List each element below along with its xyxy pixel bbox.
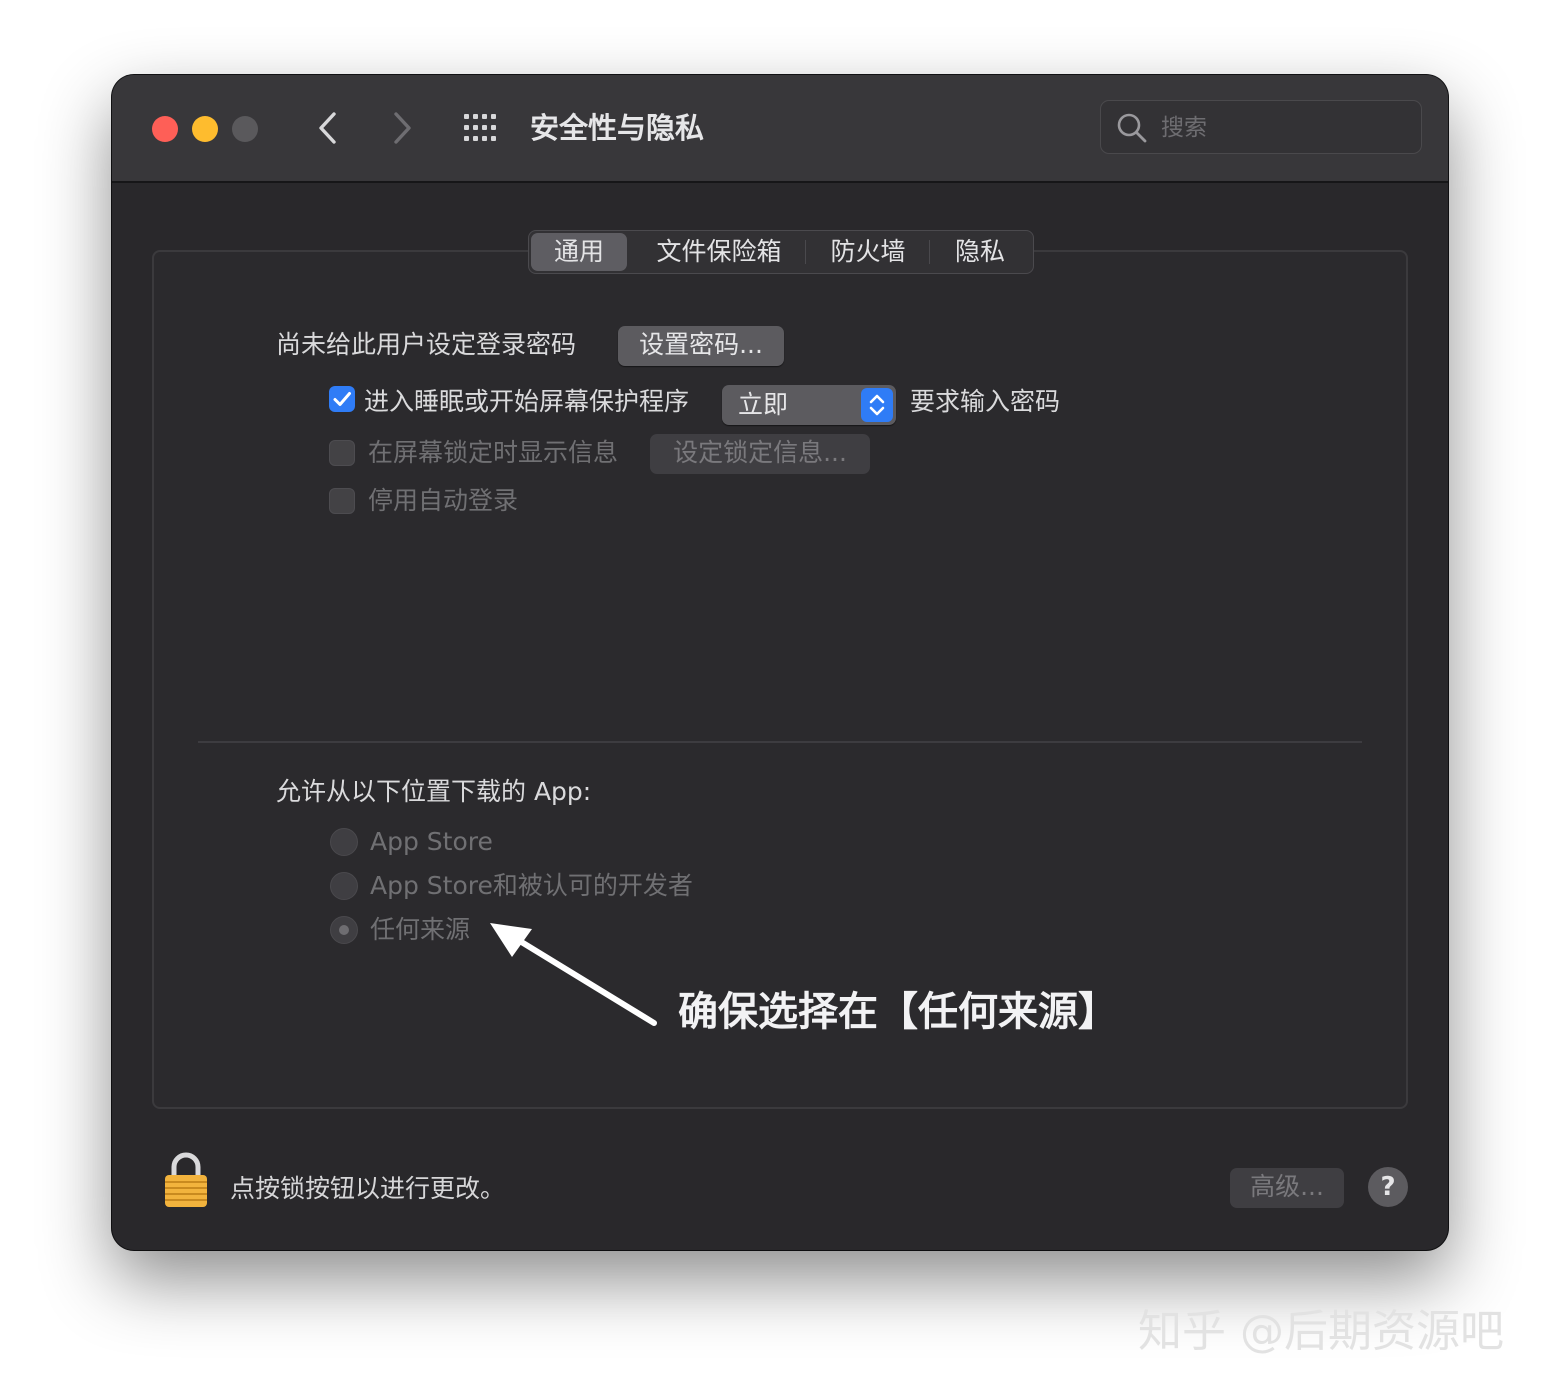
preferences-window: 安全性与隐私 搜索 通用 文件保险箱 防火墙 隐私 尚未给此用户设定登录密码 设… — [112, 75, 1448, 1250]
show-all-button[interactable] — [462, 111, 502, 145]
tab-filevault[interactable]: 文件保险箱 — [635, 231, 803, 273]
tab-general[interactable]: 通用 — [531, 233, 627, 271]
chevron-right-icon — [394, 112, 411, 144]
section-divider — [198, 741, 1362, 743]
tab-bar: 通用 文件保险箱 防火墙 隐私 — [528, 230, 1034, 274]
annotation-arrow-icon — [490, 923, 657, 1026]
set-lock-message-button[interactable]: 设定锁定信息... — [650, 434, 870, 474]
minimize-button[interactable] — [192, 116, 218, 142]
window-title: 安全性与隐私 — [530, 111, 705, 145]
password-delay-select[interactable]: 立即 — [722, 385, 896, 425]
require-password-suffix: 要求输入密码 — [910, 387, 1061, 416]
title-bar: 安全性与隐私 搜索 — [112, 75, 1448, 183]
search-placeholder: 搜索 — [1161, 115, 1207, 141]
show-message-label: 在屏幕锁定时显示信息 — [368, 438, 619, 467]
back-button[interactable] — [308, 105, 348, 151]
show-message-checkbox[interactable] — [329, 440, 355, 466]
general-panel — [152, 250, 1408, 1109]
radio-app-store-label: App Store — [370, 827, 493, 856]
radio-identified-developers[interactable] — [330, 872, 358, 900]
search-icon — [1117, 113, 1147, 143]
radio-app-store[interactable] — [330, 828, 358, 856]
checkmark-icon — [333, 392, 351, 406]
require-password-label: 进入睡眠或开始屏幕保护程序 — [364, 387, 690, 416]
lock-hint-text: 点按锁按钮以进行更改。 — [230, 1174, 506, 1203]
lock-icon[interactable] — [162, 1151, 210, 1209]
require-password-checkbox[interactable] — [329, 386, 355, 412]
radio-selected-dot — [339, 925, 349, 935]
tab-privacy[interactable]: 隐私 — [931, 231, 1029, 273]
search-field[interactable]: 搜索 — [1100, 100, 1422, 154]
password-notice: 尚未给此用户设定登录密码 — [276, 330, 577, 359]
close-button[interactable] — [152, 116, 178, 142]
help-button[interactable]: ? — [1368, 1167, 1408, 1207]
advanced-button[interactable]: 高级... — [1230, 1168, 1344, 1208]
tab-separator — [929, 240, 930, 264]
password-delay-value: 立即 — [738, 390, 789, 419]
disable-autologin-checkbox[interactable] — [329, 488, 355, 514]
forward-button[interactable] — [382, 105, 422, 151]
chevron-left-icon — [319, 112, 336, 144]
radio-identified-developers-label: App Store和被认可的开发者 — [370, 871, 693, 900]
disable-autologin-label: 停用自动登录 — [368, 486, 519, 515]
radio-anywhere-label: 任何来源 — [370, 915, 471, 944]
set-password-button[interactable]: 设置密码... — [618, 326, 784, 366]
grid-icon — [464, 114, 496, 141]
downloads-heading: 允许从以下位置下载的 App: — [276, 777, 592, 806]
select-stepper — [861, 388, 893, 422]
annotation-text: 确保选择在【任何来源】 — [678, 989, 1118, 1035]
watermark-text: 知乎 @后期资源吧 — [1138, 1306, 1504, 1357]
updown-chevron-icon — [869, 394, 885, 416]
zoom-button[interactable] — [232, 116, 258, 142]
radio-anywhere[interactable] — [330, 916, 358, 944]
tab-firewall[interactable]: 防火墙 — [807, 231, 929, 273]
tab-separator — [805, 240, 806, 264]
